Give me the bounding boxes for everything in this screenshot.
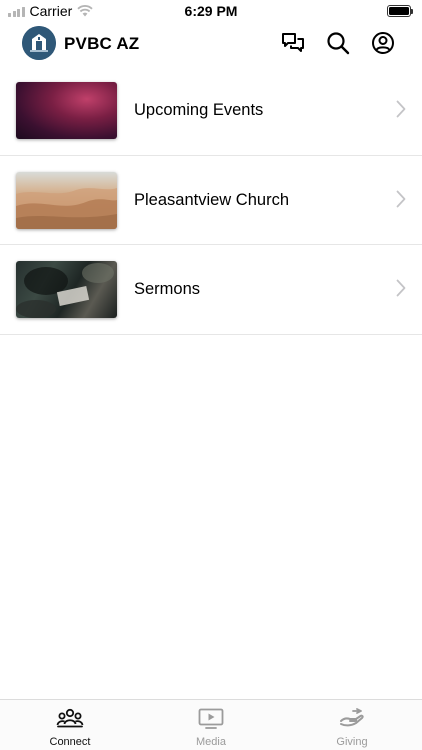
- desert-dunes-thumbnail: [16, 171, 117, 229]
- list-item-label: Pleasantview Church: [134, 190, 289, 209]
- tab-label: Media: [196, 736, 226, 748]
- content-list: Upcoming Events Pleasantview Church Serm…: [0, 66, 422, 335]
- chevron-right-icon: [396, 190, 406, 207]
- chat-icon[interactable]: [280, 30, 306, 56]
- play-screen-icon: [198, 708, 224, 729]
- app-header: PVBC AZ: [0, 22, 422, 66]
- tab-label: Connect: [49, 736, 91, 748]
- chevron-right-icon: [396, 279, 406, 297]
- chevron-right-icon: [396, 100, 406, 118]
- tab-bar: Connect Media Giving: [0, 699, 422, 750]
- search-icon[interactable]: [325, 30, 351, 56]
- battery-icon: [387, 5, 413, 17]
- tab-media[interactable]: Media: [141, 700, 281, 750]
- list-item-label: Sermons: [134, 280, 201, 298]
- tab-label: Giving: [336, 736, 368, 748]
- list-item-pleasantview-church[interactable]: Pleasantview Church: [0, 156, 422, 245]
- list-item-sermons[interactable]: Sermons: [0, 245, 422, 335]
- app-title: PVBC AZ: [64, 34, 140, 53]
- list-item-label: Upcoming Events: [134, 101, 264, 119]
- purple-nebula-thumbnail: [16, 82, 117, 139]
- bible-study-thumbnail: [16, 261, 117, 318]
- giving-hand-icon: [340, 708, 364, 727]
- people-icon: [56, 708, 84, 728]
- church-logo-icon[interactable]: [22, 26, 56, 60]
- status-bar: Carrier 6:29 PM: [0, 0, 422, 22]
- profile-icon[interactable]: [370, 30, 396, 56]
- tab-giving[interactable]: Giving: [282, 700, 422, 750]
- status-time: 6:29 PM: [184, 3, 238, 19]
- tab-connect[interactable]: Connect: [0, 700, 140, 750]
- list-item-upcoming-events[interactable]: Upcoming Events: [0, 66, 422, 156]
